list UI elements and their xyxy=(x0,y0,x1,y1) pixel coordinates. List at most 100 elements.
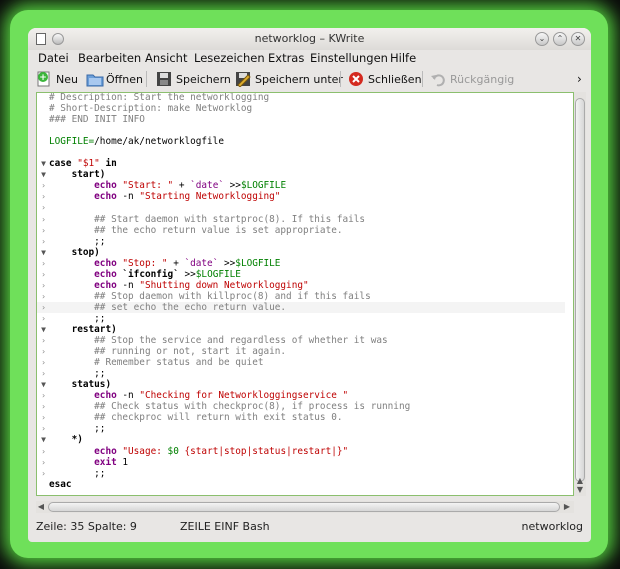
code-line[interactable]: esac xyxy=(37,479,565,490)
code-line[interactable]: ### END INIT INFO xyxy=(37,114,565,125)
code-line[interactable]: › ;; xyxy=(37,313,565,324)
code-line[interactable]: › echo "Usage: $0 {start|stop|status|res… xyxy=(37,446,565,457)
minimize-icon[interactable]: ⌄ xyxy=(535,32,549,46)
code-line[interactable]: ▼ stop) xyxy=(37,247,565,258)
code-token: ## checkproc will return with exit statu… xyxy=(49,412,343,424)
menu-lesezeichen[interactable]: Lesezeichen xyxy=(194,51,265,65)
status-bar: Zeile: 35 Spalte: 9 ZEILE EINF Bash netw… xyxy=(28,516,591,538)
code-line[interactable]: ▼ start) xyxy=(37,169,565,180)
code-line[interactable]: › echo `ifconfig` >>$LOGFILE xyxy=(37,269,565,280)
code-token: case xyxy=(49,158,78,170)
code-text: ## the echo return value is set appropri… xyxy=(49,225,342,236)
code-token: in xyxy=(99,158,117,170)
code-token: ## Stop the service and regardless of wh… xyxy=(49,335,388,347)
editor-area[interactable]: # Description: Start the networklogging #… xyxy=(36,92,574,496)
code-token: status) xyxy=(49,379,112,391)
code-line[interactable]: › exit 1 xyxy=(37,457,565,468)
code-line[interactable]: LOGFILE=/home/ak/networklogfile xyxy=(37,136,565,147)
save-as-button[interactable]: Speichern unter xyxy=(235,69,343,89)
code-line[interactable]: # Short-Description: make Networklog xyxy=(37,103,565,114)
close-button[interactable]: Schließen xyxy=(348,69,422,89)
code-view[interactable]: # Description: Start the networklogging #… xyxy=(37,93,565,490)
code-line[interactable]: › echo -n "Shutting down Networklogging" xyxy=(37,280,565,291)
code-line[interactable]: › ;; xyxy=(37,236,565,247)
menu-extras[interactable]: Extras xyxy=(268,51,304,65)
code-line[interactable]: ▼ *) xyxy=(37,434,565,445)
code-line[interactable]: › ## running or not, start it again. xyxy=(37,346,565,357)
fold-toggle-icon[interactable]: ▼ xyxy=(39,158,48,169)
menu-einstellungen[interactable]: Einstellungen xyxy=(310,51,388,65)
code-text: start) xyxy=(49,169,106,180)
code-line[interactable]: › ## set echo the echo return value. xyxy=(37,301,565,313)
code-token: LOGFILE= xyxy=(49,136,95,148)
code-line[interactable]: › ## Start daemon with startproc(8). If … xyxy=(37,214,565,225)
code-text: echo "Start: " + `date` >>$LOGFILE xyxy=(49,180,286,191)
menu-bearbeiten[interactable]: Bearbeiten xyxy=(78,51,141,65)
vertical-scroll-thumb[interactable] xyxy=(575,98,585,482)
code-line[interactable]: › xyxy=(37,202,565,213)
code-line[interactable]: ▼ status) xyxy=(37,379,565,390)
code-token: "$1" xyxy=(77,158,100,170)
code-line[interactable]: # Description: Start the networklogging xyxy=(37,93,565,103)
code-token: "Stop: " xyxy=(116,257,168,269)
svg-text:+: + xyxy=(39,73,47,83)
title-bar[interactable]: networklog – KWrite ⌄ ⌃ ✕ xyxy=(28,28,591,50)
horizontal-scroll-thumb[interactable] xyxy=(48,502,560,512)
code-token: >> xyxy=(218,257,236,269)
close-window-icon[interactable]: ✕ xyxy=(571,32,585,46)
scroll-down-icon[interactable]: ▼ xyxy=(574,485,586,495)
code-line[interactable]: › ;; xyxy=(37,423,565,434)
code-line[interactable]: › ## Stop daemon with killproc(8) and if… xyxy=(37,291,565,302)
fold-toggle-icon[interactable]: ▼ xyxy=(39,169,48,180)
code-line[interactable]: ▼ case "$1" in xyxy=(37,158,565,169)
fold-toggle-icon[interactable]: ▼ xyxy=(39,324,48,335)
scroll-right-icon[interactable]: ▶ xyxy=(562,501,572,513)
fold-marker-icon: › xyxy=(41,391,46,401)
fold-toggle-icon[interactable]: ▼ xyxy=(39,379,48,390)
fold-toggle-icon[interactable]: ▼ xyxy=(39,434,48,445)
undo-button[interactable]: Rückgängig xyxy=(430,69,514,89)
menu-datei[interactable]: Datei xyxy=(38,51,69,65)
fold-marker-icon: › xyxy=(41,413,46,423)
fold-toggle-icon[interactable]: ▼ xyxy=(39,247,48,258)
menu-hilfe[interactable]: Hilfe xyxy=(390,51,416,65)
fold-marker-icon: › xyxy=(41,358,46,368)
code-line[interactable]: › # Remember status and be quiet xyxy=(37,357,565,368)
vertical-scrollbar[interactable]: ▲ ▼ xyxy=(574,92,586,496)
code-line[interactable] xyxy=(37,147,565,158)
fold-marker-icon: › xyxy=(41,192,46,202)
code-line[interactable]: › echo -n "Starting Networklogging" xyxy=(37,191,565,202)
code-token: exit xyxy=(94,456,117,468)
code-line[interactable]: › ## checkproc will return with exit sta… xyxy=(37,412,565,423)
code-line[interactable]: › ## the echo return value is set approp… xyxy=(37,225,565,236)
code-line[interactable]: › ## Stop the service and regardless of … xyxy=(37,335,565,346)
code-line[interactable]: › echo "Start: " + `date` >>$LOGFILE xyxy=(37,180,565,191)
code-token: "Shutting down Networklogging" xyxy=(139,279,309,291)
code-line[interactable] xyxy=(37,125,565,136)
menu-ansicht[interactable]: Ansicht xyxy=(145,51,187,65)
new-button[interactable]: + Neu xyxy=(36,69,78,89)
code-line[interactable]: › ;; xyxy=(37,468,565,479)
toolbar-overflow-icon[interactable]: › xyxy=(577,69,582,89)
horizontal-scrollbar[interactable]: ◀ ▶ xyxy=(36,501,574,513)
code-token: + xyxy=(173,180,191,192)
open-button[interactable]: Öffnen xyxy=(86,69,143,89)
new-document-icon: + xyxy=(36,71,52,87)
code-token: restart) xyxy=(49,323,117,335)
fold-marker-icon: › xyxy=(41,236,46,246)
code-token: -n xyxy=(116,279,140,291)
scroll-left-icon[interactable]: ◀ xyxy=(36,501,46,513)
code-token: ## Check status with checkproc(8), if pr… xyxy=(49,401,411,413)
toolbar-separator xyxy=(146,71,147,87)
code-text: echo -n "Checking for Networkloggingserv… xyxy=(49,390,348,401)
code-line[interactable]: › ;; xyxy=(37,368,565,379)
code-text: case "$1" in xyxy=(49,158,117,169)
code-token: ;; xyxy=(49,368,106,380)
save-button[interactable]: Speichern xyxy=(156,69,231,89)
maximize-icon[interactable]: ⌃ xyxy=(553,32,567,46)
code-line[interactable]: › echo "Stop: " + `date` >>$LOGFILE xyxy=(37,258,565,269)
code-line[interactable]: › ## Check status with checkproc(8), if … xyxy=(37,401,565,412)
code-line[interactable]: › echo -n "Checking for Networkloggingse… xyxy=(37,390,565,401)
code-line[interactable]: ▼ restart) xyxy=(37,324,565,335)
